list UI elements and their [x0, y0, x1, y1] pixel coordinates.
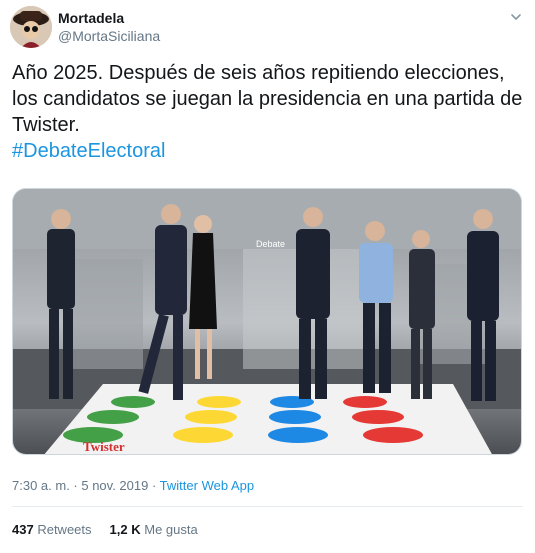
meta-separator: · [148, 478, 160, 493]
likes-stat[interactable]: 1,2 K Me gusta [110, 522, 198, 537]
hashtag-link[interactable]: #DebateElectoral [12, 138, 524, 164]
tweet-stats: 437 Retweets 1,2 K Me gusta [12, 522, 198, 537]
avatar-image [10, 6, 52, 48]
user-handle[interactable]: @MortaSiciliana [58, 27, 160, 45]
divider [12, 506, 523, 507]
display-name[interactable]: Mortadela [58, 9, 160, 27]
retweets-label: Retweets [37, 522, 92, 537]
tweet-body: Año 2025. Después de seis años repitiend… [12, 60, 524, 164]
chevron-down-icon[interactable] [509, 10, 523, 24]
avatar[interactable] [10, 6, 52, 48]
tweet-meta: 7:30 a. m. · 5 nov. 2019 · Twitter Web A… [12, 478, 254, 493]
retweets-stat[interactable]: 437 Retweets [12, 522, 92, 537]
tweet-photo[interactable]: Debate Twister [12, 188, 522, 455]
likes-count: 1,2 K [109, 522, 141, 537]
retweets-count: 437 [12, 522, 34, 537]
debate-twister-image: Debate Twister [13, 189, 521, 454]
twister-logo: Twister [83, 439, 125, 454]
tweet-header: Mortadela @MortaSiciliana [10, 6, 525, 50]
timestamp[interactable]: 7:30 a. m. · 5 nov. 2019 [12, 478, 148, 493]
source-app-link[interactable]: Twitter Web App [160, 478, 254, 493]
likes-label: Me gusta [144, 522, 198, 537]
backdrop-sign: Debate [256, 239, 285, 249]
tweet-text: Año 2025. Después de seis años repitiend… [12, 62, 523, 136]
